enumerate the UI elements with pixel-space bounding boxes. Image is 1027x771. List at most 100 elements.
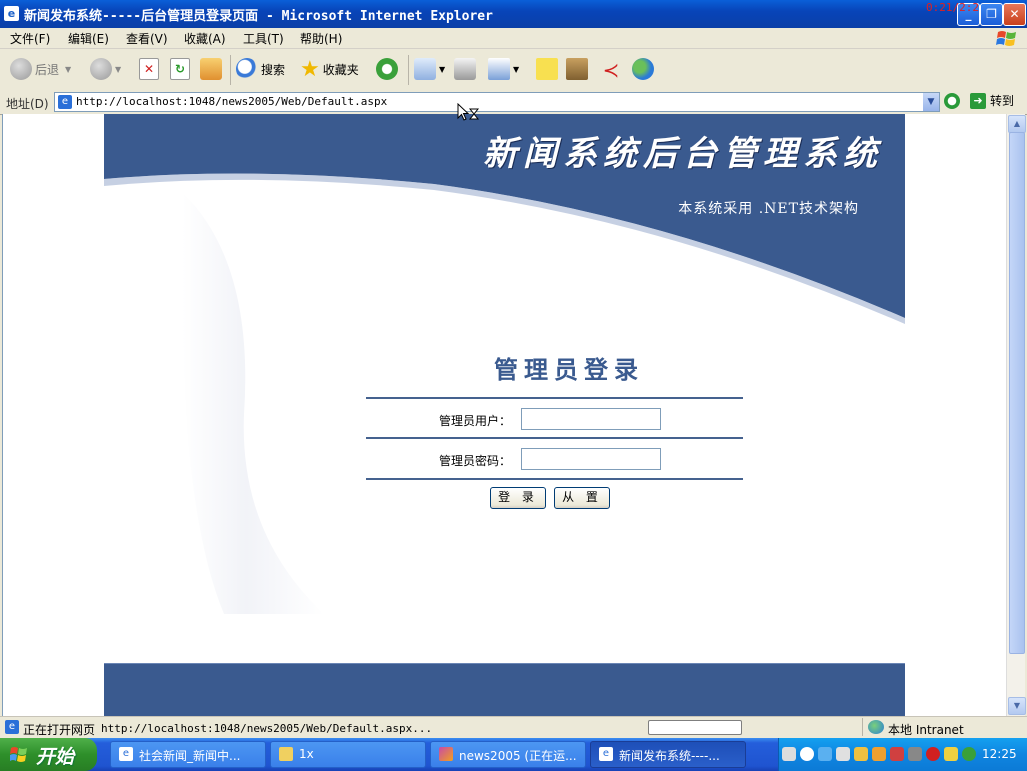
menu-view[interactable]: 查看(V) — [126, 30, 168, 47]
scroll-down-button[interactable]: ▼ — [1008, 697, 1026, 715]
history-button[interactable] — [376, 57, 401, 81]
notes-button[interactable] — [536, 57, 561, 81]
status-text: 正在打开网页 — [23, 723, 96, 737]
keyboard-icon[interactable] — [782, 747, 796, 761]
search-label: 搜索 — [261, 62, 286, 77]
back-button[interactable]: 后退 ▼ — [10, 57, 71, 81]
flashget-button[interactable]: ≺ — [600, 57, 625, 82]
taskbar-item-active[interactable]: e 新闻发布系统----... — [590, 741, 746, 768]
network-icon[interactable] — [818, 747, 832, 761]
footer-band — [104, 663, 905, 716]
address-url[interactable]: http://localhost:1048/news2005/Web/Defau… — [76, 95, 387, 108]
reset-button[interactable]: 从 置 — [554, 487, 610, 509]
taskbar-item[interactable]: 1x — [270, 741, 426, 768]
ie-icon: e — [4, 6, 19, 21]
back-arrow-icon — [10, 58, 32, 80]
windows-logo-icon — [996, 31, 1016, 46]
divider — [366, 478, 743, 480]
research-icon — [566, 58, 588, 80]
page-loading-icon: e — [5, 720, 19, 734]
scroll-thumb[interactable] — [1009, 132, 1025, 654]
vs-icon — [439, 747, 453, 761]
folder-icon — [279, 747, 293, 761]
volume-icon[interactable] — [836, 747, 850, 761]
qq-icon[interactable] — [854, 747, 868, 761]
divider — [366, 397, 743, 399]
refresh-icon: ↻ — [170, 58, 190, 80]
username-label: 管理员用户： — [438, 414, 511, 428]
home-button[interactable] — [200, 57, 225, 81]
stop-button[interactable]: ✕ — [139, 57, 162, 81]
intranet-zone-icon — [868, 720, 884, 734]
note-icon — [536, 58, 558, 80]
login-button[interactable]: 登 录 — [490, 487, 546, 509]
windows-flag-icon — [10, 747, 27, 762]
forward-button[interactable]: ▼ — [90, 57, 121, 81]
printer-icon — [454, 58, 476, 80]
address-dropdown-button[interactable]: ▼ — [923, 93, 939, 111]
vertical-scrollbar[interactable]: ▲ ▼ — [1006, 114, 1026, 716]
star-icon: ★ — [300, 56, 320, 82]
edit-button[interactable]: ▼ — [488, 57, 519, 81]
edit-icon — [488, 58, 510, 80]
app-icon[interactable] — [908, 747, 922, 761]
window-title: 新闻发布系统-----后台管理员登录页面 - Microsoft Interne… — [24, 9, 493, 24]
search-button[interactable]: 搜索 — [236, 57, 285, 81]
taskbar-item-label: news2005 (正在运... — [459, 749, 577, 763]
security-icon — [944, 93, 960, 109]
app-icon[interactable] — [944, 747, 958, 761]
taskbar-item-label: 1x — [299, 747, 314, 761]
taskbar-item-label: 新闻发布系统----... — [619, 749, 720, 763]
print-button[interactable] — [454, 57, 479, 81]
menu-help[interactable]: 帮助(H) — [300, 30, 342, 47]
menu-edit[interactable]: 编辑(E) — [68, 30, 109, 47]
divider — [366, 437, 743, 439]
mail-icon — [414, 58, 436, 80]
close-button[interactable]: ✕ — [1003, 3, 1026, 26]
toolbar: 后退 ▼ ▼ ✕ ↻ 搜索 ★ 收藏夹 ▼ ▼ ≺ — [0, 49, 1027, 91]
menu-tools[interactable]: 工具(T) — [243, 30, 284, 47]
forward-arrow-icon — [90, 58, 112, 80]
taskbar-item[interactable]: e 社会新闻_新闻中... — [110, 741, 266, 768]
go-label: 转到 — [990, 94, 1015, 108]
stop-icon: ✕ — [139, 58, 159, 80]
system-title: 新闻系统后台管理系统 — [483, 134, 883, 174]
username-input[interactable] — [521, 408, 661, 430]
mail-button[interactable]: ▼ — [414, 57, 445, 81]
menu-file[interactable]: 文件(F) — [10, 30, 50, 47]
recording-timer: 0:21/2:2 — [926, 1, 979, 14]
messenger-button[interactable] — [632, 57, 657, 81]
password-input[interactable] — [521, 448, 661, 470]
restore-button[interactable]: ❐ — [980, 3, 1003, 26]
scroll-up-button[interactable]: ▲ — [1008, 115, 1026, 133]
history-icon — [376, 58, 398, 80]
ie-icon: e — [599, 747, 613, 761]
antivirus-icon[interactable] — [926, 747, 940, 761]
address-input[interactable]: e http://localhost:1048/news2005/Web/Def… — [54, 92, 940, 112]
taskbar-item[interactable]: news2005 (正在运... — [430, 741, 586, 768]
address-label: 地址(D) — [6, 97, 49, 111]
app-icon[interactable] — [890, 747, 904, 761]
login-title: 管理员登录 — [494, 355, 644, 384]
favorites-button[interactable]: ★ 收藏夹 — [300, 56, 359, 82]
system-subtitle: 本系统采用 .NET技术架构 — [678, 201, 859, 217]
refresh-button[interactable]: ↻ — [170, 57, 193, 81]
go-button[interactable]: ➜ 转到 — [970, 92, 1014, 109]
research-button[interactable] — [566, 57, 591, 81]
title-bar[interactable]: e 新闻发布系统-----后台管理员登录页面 - Microsoft Inter… — [0, 0, 1027, 28]
start-button[interactable]: 开始 — [0, 738, 97, 771]
home-icon — [200, 58, 222, 80]
browser-viewport: 新闻系统后台管理系统 本系统采用 .NET技术架构 管理员登录 管理员用户： 管… — [2, 114, 1007, 716]
search-icon — [236, 58, 258, 80]
status-url: http://localhost:1048/news2005/Web/Defau… — [101, 722, 433, 735]
taskbar-clock[interactable]: 12:25 — [982, 747, 1017, 761]
app-icon[interactable] — [872, 747, 886, 761]
go-arrow-icon: ➜ — [970, 92, 986, 109]
back-label: 后退 — [35, 62, 60, 77]
favorites-label: 收藏夹 — [322, 62, 359, 77]
menu-favorites[interactable]: 收藏(A) — [184, 30, 226, 47]
shield-icon[interactable] — [962, 747, 976, 761]
tray-arrow-icon[interactable] — [800, 747, 814, 761]
security-zone: 本地 Intranet — [888, 723, 964, 737]
password-label: 管理员密码： — [438, 454, 511, 468]
